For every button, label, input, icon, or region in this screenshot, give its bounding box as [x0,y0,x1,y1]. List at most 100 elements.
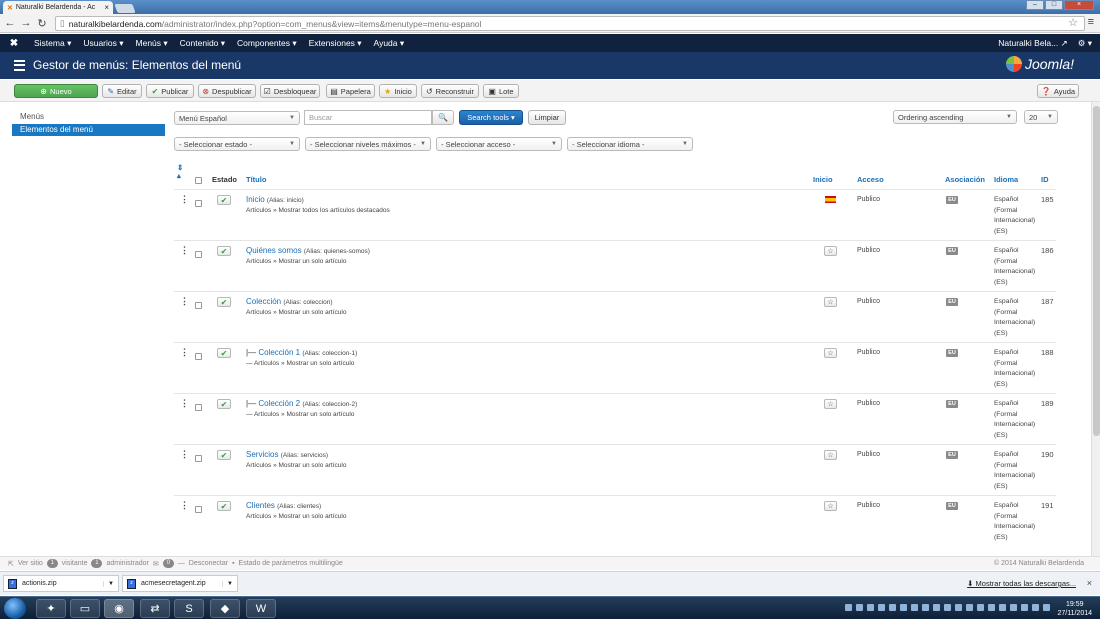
tray-icon[interactable] [999,604,1006,611]
published-toggle[interactable]: ✔ [217,348,231,358]
drag-handle-icon[interactable]: ⋮ [180,501,189,510]
row-checkbox[interactable] [195,404,202,411]
association-badge[interactable]: EU [946,298,958,306]
tray-icon[interactable] [878,604,885,611]
tray-icon[interactable] [977,604,984,611]
explorer-app-icon[interactable]: ▭ [70,599,100,618]
close-downloads-icon[interactable]: × [1087,578,1092,588]
row-checkbox[interactable] [195,455,202,462]
network-app-icon[interactable]: ⇄ [140,599,170,618]
ordering-sort-icon[interactable]: ⇕ ▴ [177,164,183,180]
association-badge[interactable]: EU [946,502,958,510]
filezilla-app-icon[interactable]: ◆ [210,599,240,618]
word-app-icon[interactable]: W [246,599,276,618]
close-tab-icon[interactable]: × [104,3,109,12]
user-settings-gear-icon[interactable]: ⚙ ▾ [1078,38,1092,49]
clear-button[interactable]: Limpiar [528,110,566,125]
joomla-logo-icon[interactable]: ✖ [0,38,28,49]
nav-usuarios[interactable]: Usuarios ▾ [77,38,129,49]
search-input[interactable]: Buscar [304,110,432,125]
set-home-star-icon[interactable]: ☆ [824,297,837,307]
association-badge[interactable]: EU [946,247,958,255]
set-home-star-icon[interactable]: ☆ [824,246,837,256]
drag-handle-icon[interactable]: ⋮ [180,450,189,459]
col-titulo[interactable]: Título [246,175,266,184]
drag-handle-icon[interactable]: ⋮ [180,297,189,306]
association-badge[interactable]: EU [946,400,958,408]
download-menu-arrow-icon[interactable]: ▼ [103,580,114,587]
col-id[interactable]: ID [1041,175,1049,184]
tray-icon[interactable] [988,604,995,611]
browser-menu-icon[interactable]: ≡ [1088,16,1094,28]
download-item-acmesecretagent[interactable]: z acmesecretagent.zip ▼ [122,575,238,592]
col-idioma[interactable]: Idioma [994,175,1018,184]
published-toggle[interactable]: ✔ [217,399,231,409]
tray-icon[interactable] [1010,604,1017,611]
browser-tab[interactable]: ✕ Naturalki Belardenda - Ac × [3,1,113,14]
published-toggle[interactable]: ✔ [217,246,231,256]
batch-button[interactable]: ▣ Lote [483,84,519,98]
tray-icon[interactable] [933,604,940,611]
item-title-link[interactable]: Servicios [246,450,278,459]
published-toggle[interactable]: ✔ [217,501,231,511]
checkin-button[interactable]: ☑ Desbloquear [260,84,320,98]
show-all-downloads-link[interactable]: ⬇ Mostrar todas las descargas... [967,579,1076,588]
unpublish-button[interactable]: ⊗ Despublicar [198,84,256,98]
published-toggle[interactable]: ✔ [217,297,231,307]
skype-app-icon[interactable]: S [174,599,204,618]
home-button[interactable]: ★ Inicio [379,84,417,98]
rebuild-button[interactable]: ↺ Reconstruir [421,84,479,98]
published-toggle[interactable]: ✔ [217,450,231,460]
multilang-status-link[interactable]: Estado de parámetros multilingüe [239,560,343,567]
sidebar-item-menu-items[interactable]: Elementos del menú [12,124,165,136]
item-title-link[interactable]: Quiénes somos [246,246,302,255]
drag-handle-icon[interactable]: ⋮ [180,399,189,408]
tray-icon[interactable] [911,604,918,611]
nav-menus[interactable]: Menús ▾ [130,38,174,49]
tray-icon[interactable] [889,604,896,611]
edit-button[interactable]: ✎ Editar [102,84,142,98]
spain-flag-icon[interactable] [825,196,836,203]
download-item-actionis[interactable]: z actionis.zip ▼ [3,575,119,592]
nav-ayuda[interactable]: Ayuda ▾ [368,38,411,49]
tray-icon[interactable] [900,604,907,611]
set-home-star-icon[interactable]: ☆ [824,399,837,409]
nav-extensiones[interactable]: Extensiones ▾ [303,38,368,49]
search-tools-button[interactable]: Search tools ▾ [459,110,523,125]
tray-icon[interactable] [1021,604,1028,611]
col-inicio[interactable]: Inicio [813,175,833,184]
page-scrollbar[interactable] [1091,102,1100,556]
state-select[interactable]: - Seleccionar estado - ▼ [174,137,300,151]
tray-icon[interactable] [944,604,951,611]
maximize-button[interactable]: □ [1045,0,1063,10]
ordering-select[interactable]: Ordering ascending ▼ [893,110,1017,124]
site-link[interactable]: Naturalki Bela... ↗ [998,38,1068,49]
item-title-link[interactable]: Colección [246,297,281,306]
row-checkbox[interactable] [195,251,202,258]
new-button[interactable]: ⊕ Nuevo [14,84,98,98]
search-button[interactable]: 🔍 [432,110,454,125]
drag-handle-icon[interactable]: ⋮ [180,348,189,357]
system-clock[interactable]: 19:59 27/11/2014 [1057,600,1092,618]
item-title-link[interactable]: Clientes [246,501,275,510]
row-checkbox[interactable] [195,353,202,360]
set-home-star-icon[interactable]: ☆ [824,450,837,460]
view-site-link[interactable]: Ver sitio [18,560,43,567]
sidebar-item-menus[interactable]: Menús [20,112,44,121]
limit-select[interactable]: 20 ▼ [1024,110,1058,124]
bookmark-star-icon[interactable]: ☆ [1068,16,1078,29]
trash-button[interactable]: ▤ Papelera [326,84,375,98]
tray-icon[interactable] [1043,604,1050,611]
published-toggle[interactable]: ✔ [217,195,231,205]
col-asociacion[interactable]: Asociación [945,175,985,184]
select-all-checkbox[interactable] [195,177,202,184]
tray-icon[interactable] [955,604,962,611]
item-title-link[interactable]: Colección 1 [258,348,300,357]
close-window-button[interactable]: × [1064,0,1094,10]
access-select[interactable]: - Seleccionar acceso - ▼ [436,137,562,151]
help-button[interactable]: ❓ Ayuda [1037,84,1079,98]
new-tab-button[interactable] [114,4,136,13]
tray-icon[interactable] [922,604,929,611]
tray-icon[interactable] [856,604,863,611]
row-checkbox[interactable] [195,302,202,309]
